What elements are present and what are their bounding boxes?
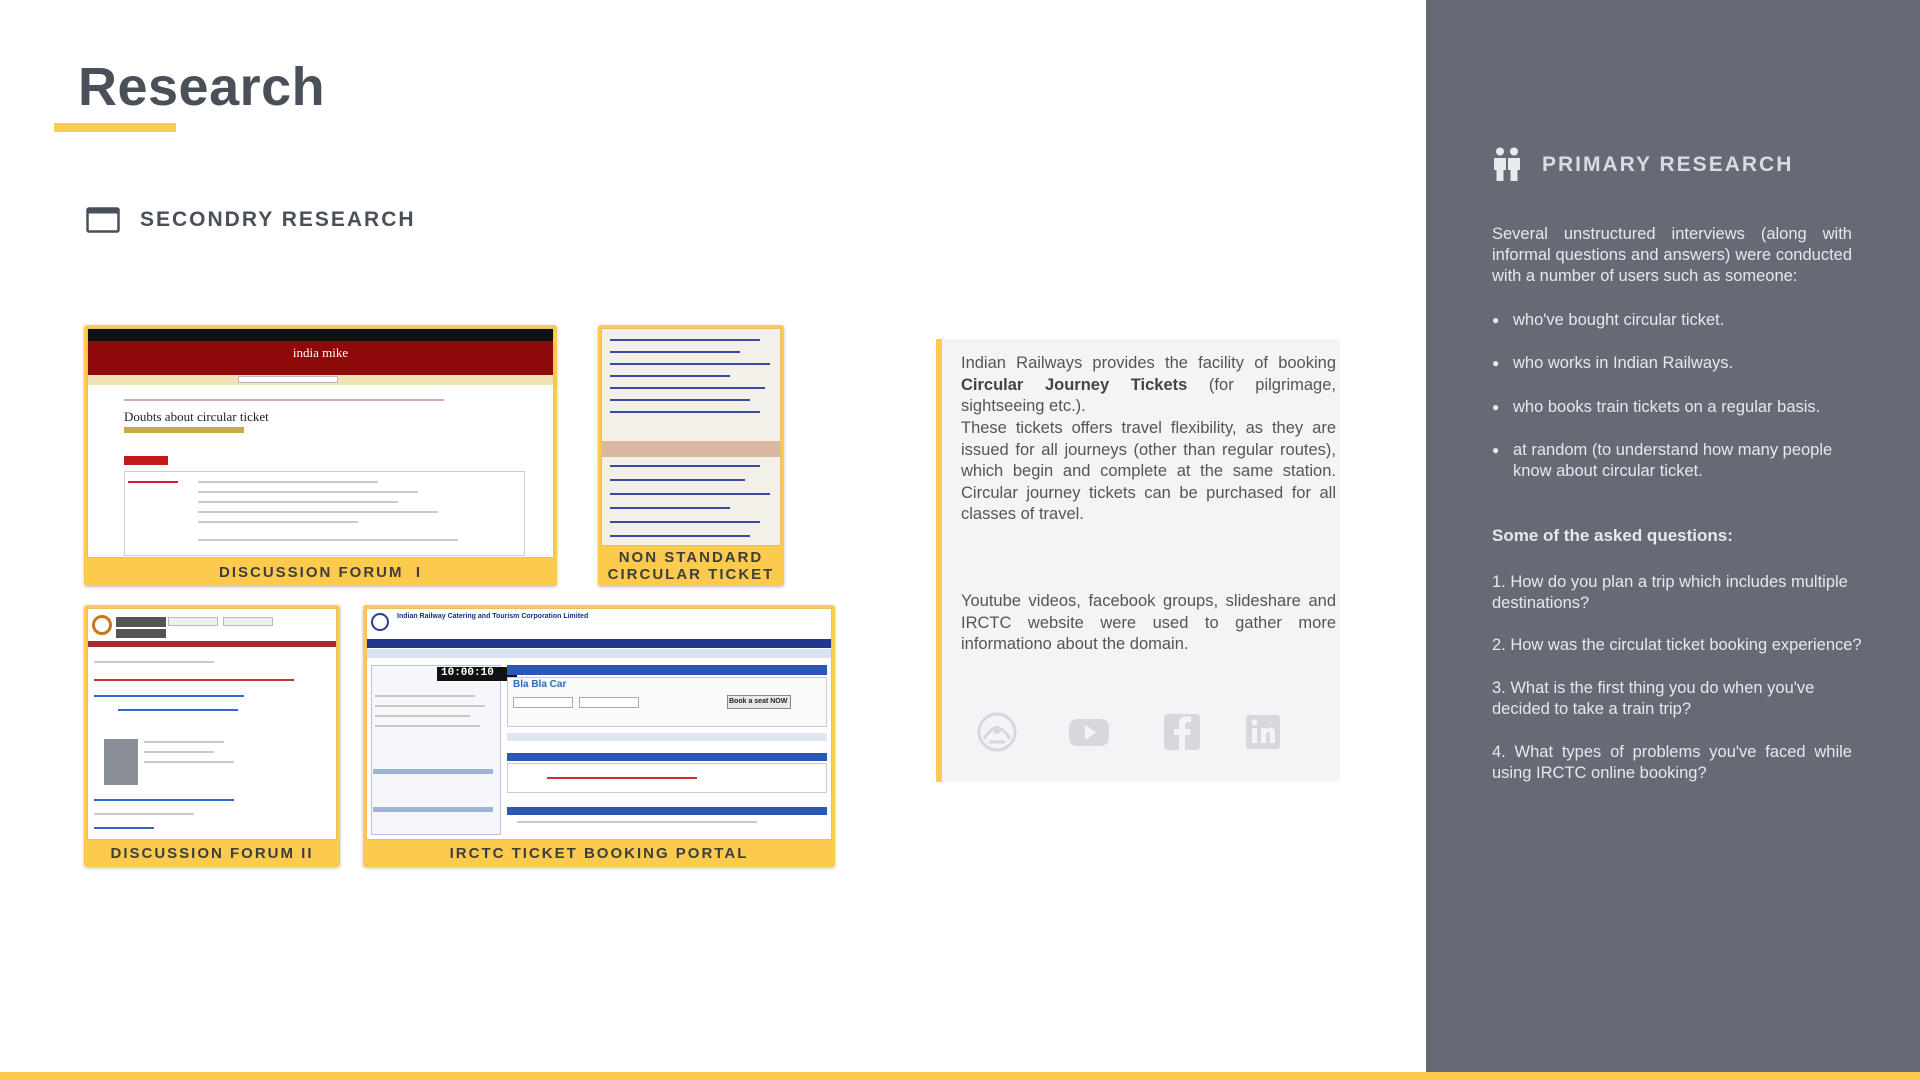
irctc-screenshot: Indian Railway Catering and Tourism Corp… bbox=[366, 608, 832, 840]
primary-bullet-4: at random (to understand how many people… bbox=[1492, 440, 1852, 482]
question-2: 2. How was the circulat ticket booking e… bbox=[1492, 636, 1862, 654]
question-4: 4. What types of problems you've faced w… bbox=[1492, 743, 1852, 782]
forum-1-post-title: Doubts about circular ticket bbox=[124, 409, 269, 424]
ticket-image bbox=[601, 328, 781, 546]
browser-window-icon bbox=[86, 207, 120, 233]
forum-2-caption: DISCUSSION FORUM II bbox=[110, 844, 314, 862]
ticket-caption-line-1: NON STANDARD bbox=[618, 549, 764, 566]
primary-research-heading: PRIMARY RESEARCH bbox=[1542, 153, 1794, 176]
irctc-brand: Bla Bla Car bbox=[513, 679, 567, 690]
secondary-research-heading: SECONDRY RESEARCH bbox=[140, 208, 416, 231]
forum-1-screenshot: india mike Doubts about circular ticket bbox=[87, 328, 554, 558]
card-irctc-portal[interactable]: Indian Railway Catering and Tourism Corp… bbox=[363, 605, 835, 867]
info-p1-intro: Indian Railways provides the facility of… bbox=[961, 354, 1336, 372]
info-paragraph-3: Youtube videos, facebook groups, slidesh… bbox=[961, 592, 1336, 653]
info-box: Indian Railways provides the facility of… bbox=[936, 339, 1340, 782]
forum-1-site-title: india mike bbox=[292, 345, 349, 360]
people-icon bbox=[1494, 147, 1520, 181]
irctc-site-title: Indian Railway Catering and Tourism Corp… bbox=[397, 613, 589, 620]
info-paragraph-2: These tickets offers travel flexibility,… bbox=[961, 419, 1336, 523]
card-discussion-forum-2[interactable]: DISCUSSION FORUM II bbox=[84, 605, 340, 867]
primary-research-panel: PRIMARY RESEARCH Several unstructured in… bbox=[1426, 0, 1920, 1072]
linkedin-icon[interactable] bbox=[1240, 709, 1286, 755]
card-discussion-forum-1[interactable]: india mike Doubts about circular ticket … bbox=[84, 325, 557, 586]
question-3: 3. What is the first thing you do when y… bbox=[1492, 679, 1815, 718]
irctc-clock: 10:00:10 bbox=[441, 667, 494, 679]
irctc-logo-icon[interactable] bbox=[974, 709, 1020, 755]
irctc-book-button: Book a seat NOW bbox=[729, 698, 788, 705]
bottom-accent-bar bbox=[0, 1072, 1920, 1080]
ticket-caption: NON STANDARD CIRCULAR TICKET bbox=[598, 546, 784, 586]
title-underline bbox=[54, 123, 176, 132]
forum-1-caption: DISCUSSION FORUM I bbox=[218, 563, 422, 581]
primary-intro: Several unstructured interviews (along w… bbox=[1492, 225, 1852, 285]
primary-bullet-3: who books train tickets on a regular bas… bbox=[1492, 397, 1852, 418]
question-1: 1. How do you plan a trip which includes… bbox=[1492, 573, 1848, 612]
primary-bullet-2: who works in Indian Railways. bbox=[1492, 353, 1852, 374]
facebook-icon[interactable] bbox=[1159, 709, 1205, 755]
questions-heading: Some of the asked questions: bbox=[1492, 526, 1733, 545]
page-title: Research bbox=[78, 57, 326, 117]
primary-bullet-1: who've bought circular ticket. bbox=[1492, 310, 1852, 331]
card-non-standard-ticket[interactable]: NON STANDARD CIRCULAR TICKET bbox=[598, 325, 784, 586]
irctc-caption: IRCTC TICKET BOOKING PORTAL bbox=[449, 844, 749, 862]
youtube-icon[interactable] bbox=[1066, 709, 1112, 755]
ticket-caption-line-2: CIRCULAR TICKET bbox=[607, 566, 775, 583]
info-p1-bold: Circular Journey Tickets bbox=[961, 375, 1188, 394]
forum-2-screenshot bbox=[87, 608, 337, 840]
info-paragraph-1: Indian Railways provides the facility of… bbox=[961, 353, 1336, 418]
